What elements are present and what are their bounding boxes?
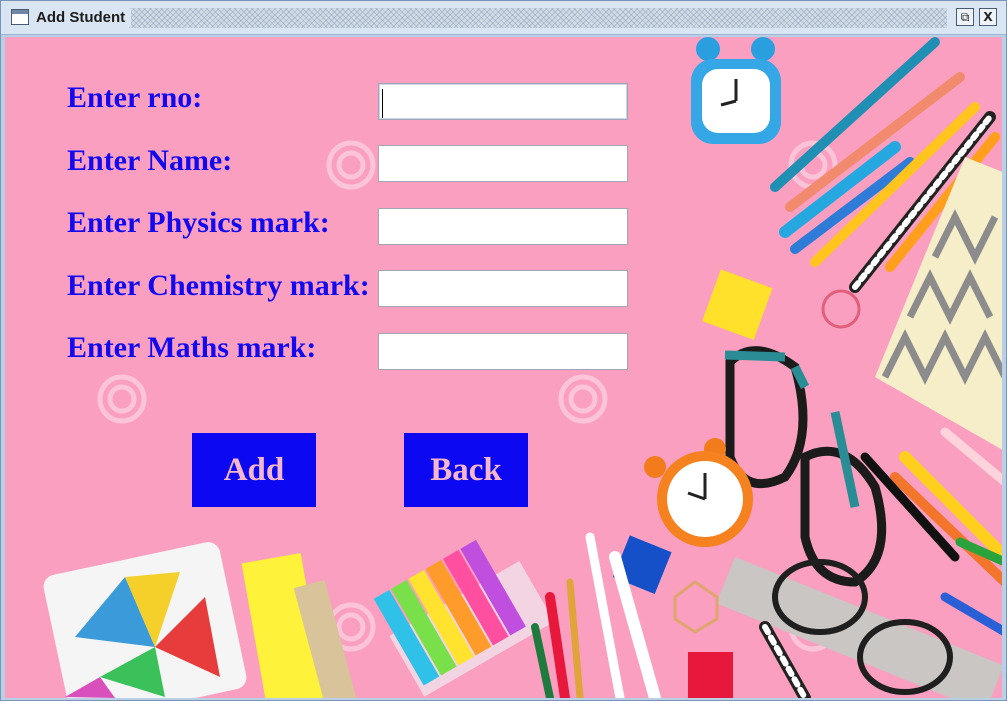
add-student-window: Add Student ⧉ X Enter rno: Enter Name: E…: [0, 0, 1007, 701]
physics-label: Enter Physics mark:: [67, 206, 330, 239]
text-caret: [382, 89, 383, 118]
name-field[interactable]: [378, 145, 628, 182]
sticky-tabs: [373, 539, 555, 697]
restore-icon[interactable]: ⧉: [956, 8, 974, 26]
maths-label: Enter Maths mark:: [67, 331, 317, 364]
chemistry-label: Enter Chemistry mark:: [67, 269, 370, 302]
back-button[interactable]: Back: [404, 433, 528, 507]
chemistry-mark-field[interactable]: [378, 270, 628, 307]
sticky-note: [702, 269, 773, 340]
window-icon: [11, 9, 29, 25]
ring-clip: [821, 289, 861, 329]
window-title: Add Student: [36, 9, 132, 26]
add-button[interactable]: Add: [192, 433, 316, 507]
teal-glasses: [724, 346, 887, 587]
form-panel: Enter rno: Enter Name: Enter Physics mar…: [5, 37, 1002, 698]
stained-glass-notebook: [43, 542, 247, 698]
red-square: [688, 652, 733, 698]
maths-mark-field[interactable]: [378, 333, 628, 370]
title-bar[interactable]: Add Student ⧉ X: [1, 1, 1006, 35]
physics-mark-field[interactable]: [378, 208, 628, 245]
rno-field[interactable]: [378, 83, 628, 120]
close-icon[interactable]: X: [979, 8, 997, 26]
title-bar-pattern: [129, 8, 947, 28]
blue-alarm-clock: [691, 37, 781, 144]
orange-alarm-clock: [644, 438, 753, 547]
hex-clip: [673, 580, 719, 634]
rno-label: Enter rno:: [67, 81, 203, 114]
name-label: Enter Name:: [67, 144, 233, 177]
